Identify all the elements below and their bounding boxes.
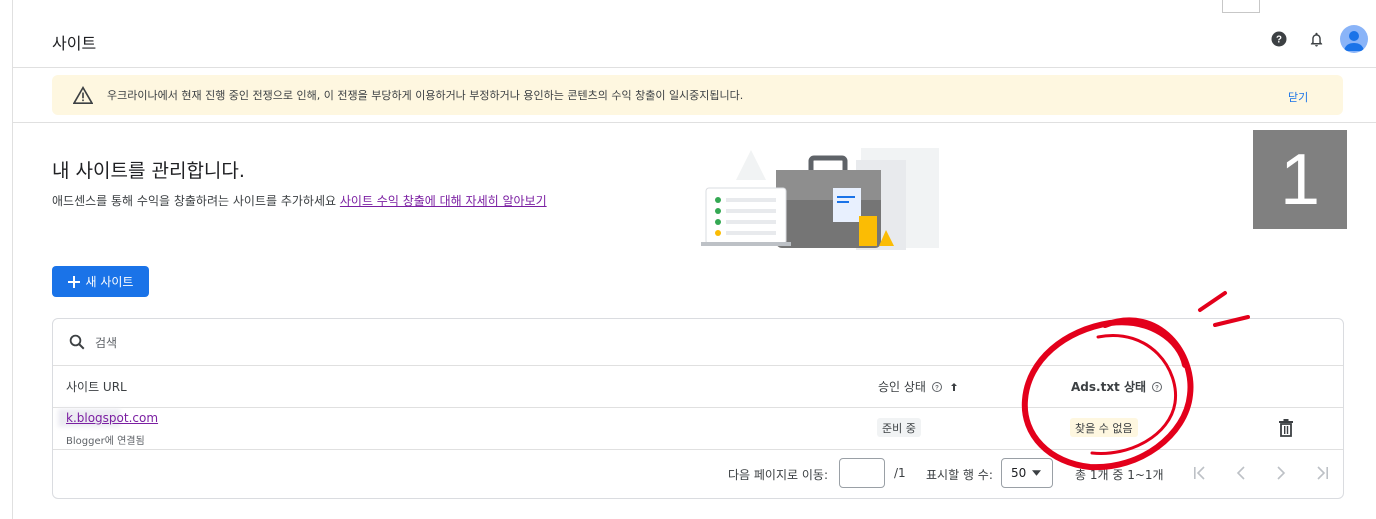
site-url-link[interactable]: k.blogspot.com bbox=[66, 411, 158, 425]
step-number-badge: 1 bbox=[1253, 130, 1347, 229]
column-site-url-label: 사이트 URL bbox=[66, 380, 127, 394]
bell-icon[interactable] bbox=[1305, 28, 1327, 50]
page-title: 사이트 bbox=[52, 34, 97, 53]
left-rail bbox=[0, 0, 13, 519]
page-number-input[interactable] bbox=[839, 458, 885, 488]
column-approval-status[interactable]: 승인 상태 ? bbox=[878, 378, 960, 395]
first-page-icon[interactable] bbox=[1191, 464, 1209, 482]
help-outline-icon[interactable]: ? bbox=[1151, 381, 1163, 393]
search-input[interactable] bbox=[93, 331, 397, 355]
next-page-icon[interactable] bbox=[1272, 464, 1290, 482]
prev-page-icon[interactable] bbox=[1232, 464, 1250, 482]
avatar[interactable] bbox=[1340, 25, 1368, 53]
new-site-button[interactable]: 새 사이트 bbox=[52, 266, 149, 297]
header-divider bbox=[53, 407, 1343, 408]
rows-per-page-value: 50 bbox=[1011, 466, 1027, 480]
range-text: 총 1개 중 1~1개 bbox=[1075, 468, 1164, 482]
row-divider bbox=[53, 449, 1343, 450]
site-connection-text: Blogger에 연결됨 bbox=[66, 436, 145, 447]
last-page-icon[interactable] bbox=[1313, 464, 1331, 482]
plus-icon bbox=[67, 275, 80, 288]
divider bbox=[12, 122, 1376, 123]
page-total: /1 bbox=[894, 466, 906, 480]
svg-text:?: ? bbox=[1155, 385, 1159, 391]
column-approval-label: 승인 상태 bbox=[878, 380, 926, 394]
hero-subtitle-text: 애드센스를 통해 수익을 창출하려는 사이트를 추가하세요 bbox=[52, 194, 337, 208]
chevron-down-icon bbox=[1032, 470, 1042, 476]
rows-per-page-select[interactable]: 50 bbox=[1001, 458, 1053, 488]
new-site-label: 새 사이트 bbox=[85, 275, 134, 289]
svg-text:?: ? bbox=[935, 385, 939, 391]
sites-illustration bbox=[701, 148, 939, 250]
banner-text: 우크라이나에서 현재 진행 중인 전쟁으로 인해, 이 전쟁을 부당하게 이용하… bbox=[107, 89, 744, 102]
help-icon[interactable]: ? bbox=[1268, 28, 1290, 50]
goto-page-label: 다음 페이지로 이동: bbox=[728, 468, 828, 482]
approval-status-badge: 준비 중 bbox=[877, 418, 921, 437]
banner-close-link[interactable]: 닫기 bbox=[1288, 89, 1308, 105]
account-avatar-icon bbox=[1344, 31, 1364, 51]
hero-subtitle: 애드센스를 통해 수익을 창출하려는 사이트를 추가하세요 사이트 수익 창출에… bbox=[52, 192, 547, 209]
app-header bbox=[12, 0, 1376, 68]
column-ads-txt-status[interactable]: Ads.txt 상태 ? bbox=[1071, 378, 1163, 395]
ads-txt-status-badge: 찾을 수 없음 bbox=[1070, 418, 1138, 437]
column-ads-txt-label: Ads.txt 상태 bbox=[1071, 380, 1147, 394]
sort-arrow-up-icon[interactable] bbox=[948, 381, 960, 393]
rows-per-page-label: 표시할 행 수: bbox=[926, 468, 993, 482]
column-site-url[interactable]: 사이트 URL bbox=[66, 378, 127, 395]
learn-more-link[interactable]: 사이트 수익 창출에 대해 자세히 알아보기 bbox=[340, 194, 547, 208]
delete-icon[interactable] bbox=[1278, 419, 1294, 441]
warning-icon bbox=[72, 86, 94, 108]
search-icon bbox=[68, 333, 86, 355]
svg-text:?: ? bbox=[1276, 34, 1282, 45]
hero-title: 내 사이트를 관리합니다. bbox=[52, 160, 245, 182]
help-outline-icon[interactable]: ? bbox=[931, 381, 943, 393]
